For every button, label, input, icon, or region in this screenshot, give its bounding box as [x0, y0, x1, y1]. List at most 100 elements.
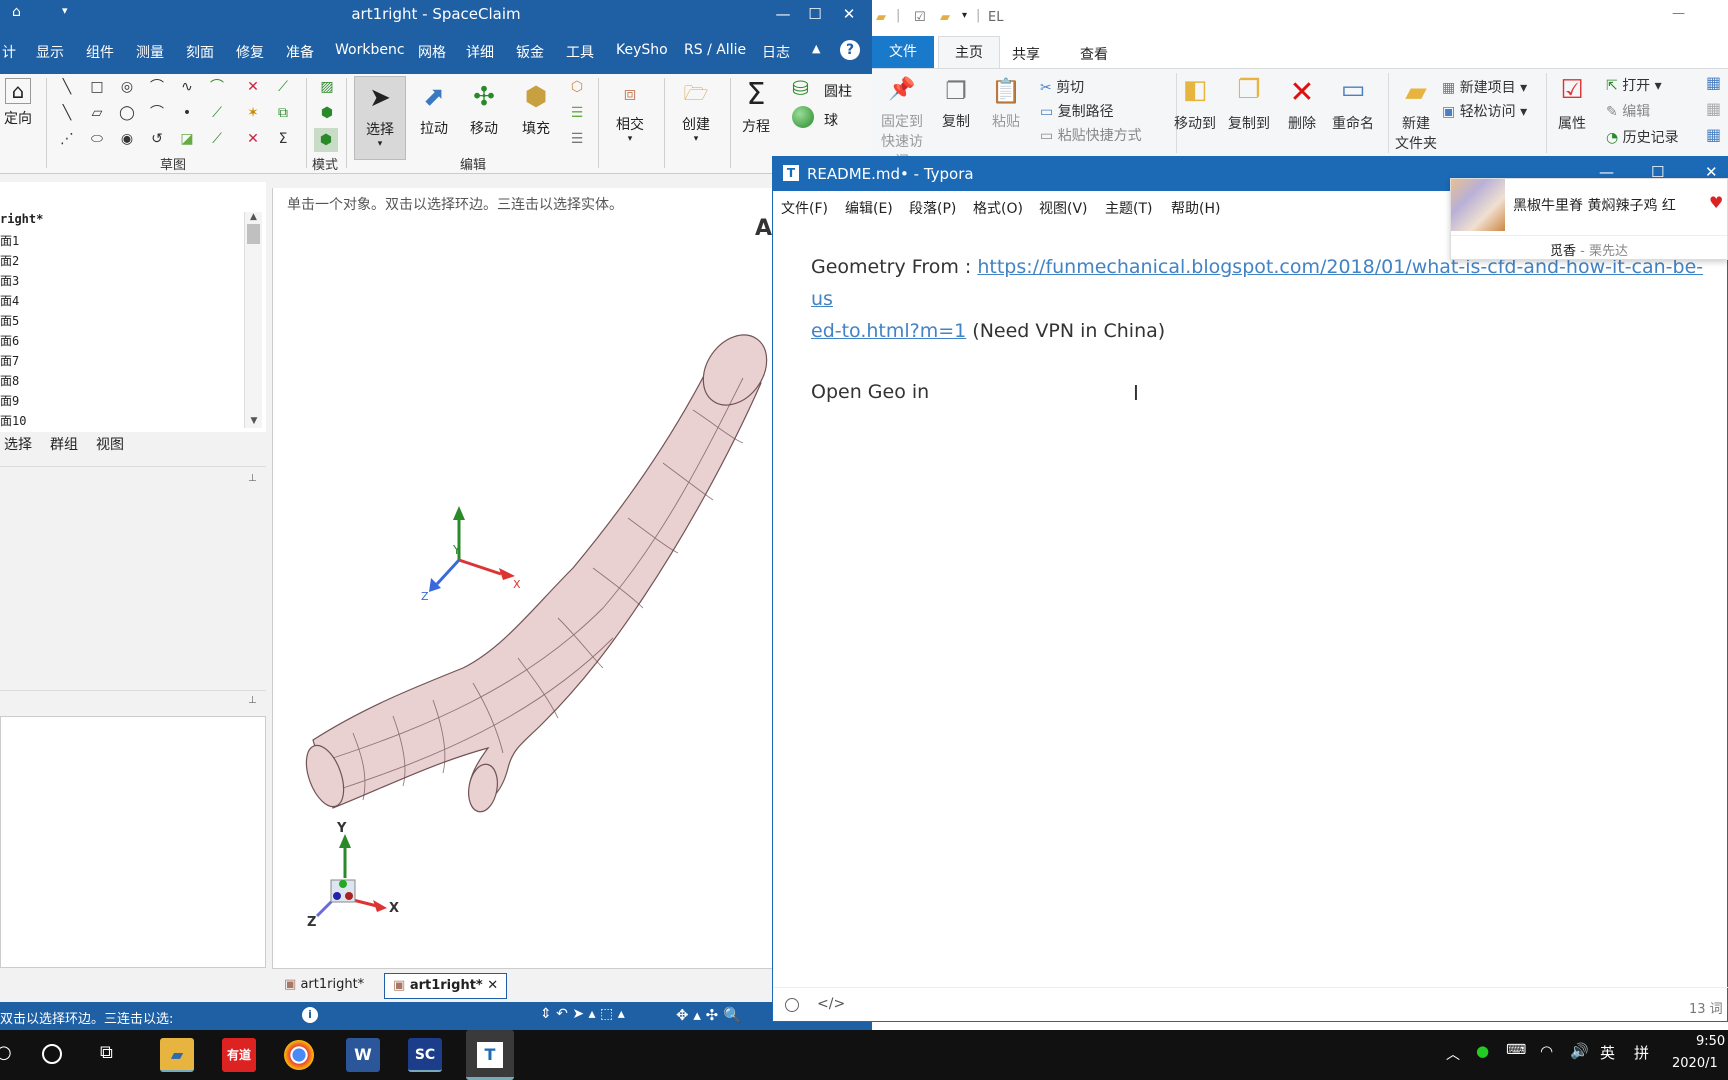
history-button[interactable]: ◔ 历史记录: [1606, 127, 1679, 147]
maximize-button[interactable]: ☐: [800, 2, 830, 26]
intersect-button[interactable]: ⧈ 相交 ▾: [606, 76, 654, 144]
slot-tool-icon[interactable]: ⬭: [88, 130, 106, 148]
copy-button[interactable]: ❐ 复制: [936, 77, 976, 131]
rename-button[interactable]: ▭ 重命名: [1328, 75, 1378, 133]
fill-button[interactable]: ⬢ 填充: [514, 80, 558, 138]
menu-edit[interactable]: 编辑(E): [845, 198, 893, 218]
menu-format[interactable]: 格式(O): [973, 198, 1023, 218]
copy-path-button[interactable]: ▭ 复制路径: [1040, 101, 1114, 121]
tree-item[interactable]: 面7: [0, 352, 19, 369]
split-tool-icon[interactable]: ✕: [244, 130, 262, 148]
offset-tool-icon[interactable]: ⌒: [208, 78, 226, 96]
menu-file[interactable]: 文件(F): [781, 198, 828, 218]
tab-detail[interactable]: 详细: [466, 42, 494, 62]
extend-tool-icon[interactable]: ✶: [244, 104, 262, 122]
polygon-tool-icon[interactable]: ▱: [88, 104, 106, 122]
equation-button[interactable]: Σ 方程: [736, 78, 776, 136]
arc-tool-icon[interactable]: ⌒: [148, 78, 166, 96]
cortana-icon[interactable]: [42, 1044, 62, 1064]
tab-home[interactable]: 主页: [938, 36, 1000, 69]
minimize-button[interactable]: —: [768, 2, 798, 26]
paste-button[interactable]: 📋 粘贴: [986, 77, 1026, 131]
pin-panel-icon[interactable]: ⊥: [248, 473, 257, 484]
quick-dropdown-icon[interactable]: ▾: [962, 10, 967, 21]
open-button[interactable]: ⇱ 打开 ▾: [1606, 75, 1662, 95]
task-view-icon[interactable]: ⧉: [100, 1042, 113, 1063]
notification-popup[interactable]: 黑椒牛里脊 黄焖辣子鸡 红 ♥ 觅香 - 栗先达: [1450, 178, 1728, 260]
layers-tool-icon[interactable]: ☰: [568, 104, 586, 122]
tab-tools[interactable]: 工具: [566, 42, 594, 62]
tab-log[interactable]: 日志: [762, 42, 790, 62]
tree-item[interactable]: 面1: [0, 232, 19, 249]
move-button[interactable]: ✣ 移动: [462, 80, 506, 138]
word-taskbar-icon[interactable]: W: [346, 1038, 380, 1072]
rectangle-tool-icon[interactable]: □: [88, 78, 106, 96]
menu-help[interactable]: 帮助(H): [1171, 198, 1220, 218]
tree-item[interactable]: 面8: [0, 372, 19, 389]
geometry-link-continued[interactable]: ed-to.html?m=1: [811, 320, 966, 342]
tree-root[interactable]: right*: [0, 212, 43, 226]
select-all-icon[interactable]: ▦: [1706, 73, 1721, 92]
project-tool-icon[interactable]: ⟋: [208, 104, 226, 122]
outline-toggle-icon[interactable]: [785, 998, 799, 1012]
tree-item[interactable]: 面2: [0, 252, 19, 269]
tab-sheetmetal[interactable]: 钣金: [516, 42, 544, 62]
spaceclaim-taskbar-icon[interactable]: SC: [408, 1038, 442, 1072]
doc-tab-active[interactable]: ▣ art1right* ✕: [384, 973, 508, 999]
youdao-taskbar-icon[interactable]: 有道: [222, 1038, 256, 1072]
tree-item[interactable]: 面10: [0, 412, 26, 429]
select-none-icon[interactable]: ▦: [1706, 99, 1721, 118]
search-icon[interactable]: ○: [0, 1042, 12, 1063]
circle-tool-icon[interactable]: ◎: [118, 78, 136, 96]
tab-views[interactable]: 视图: [96, 434, 124, 454]
collapse-ribbon-icon[interactable]: ▲: [812, 42, 820, 55]
tab-groups[interactable]: 群组: [50, 434, 78, 454]
arc2-tool-icon[interactable]: ⌒: [148, 104, 166, 122]
volume-icon[interactable]: 🔊: [1570, 1042, 1589, 1060]
input-tool-icon[interactable]: ⌨: [1506, 1042, 1526, 1058]
paragraph-open-geo[interactable]: Open Geo in: [811, 381, 929, 403]
explorer-minimize[interactable]: —: [1672, 6, 1685, 21]
tree-item[interactable]: 面9: [0, 392, 19, 409]
ime-mode[interactable]: 拼: [1634, 1042, 1649, 1063]
pull-button[interactable]: ⬈ 拉动: [412, 80, 456, 138]
close-tab-icon[interactable]: ✕: [487, 978, 498, 993]
line-tool-icon[interactable]: ╲: [58, 78, 76, 96]
clock-date[interactable]: 2020/1: [1672, 1056, 1718, 1071]
new-item-button[interactable]: ▦ 新建项目 ▾: [1442, 77, 1527, 97]
source-code-toggle-icon[interactable]: </>: [817, 996, 845, 1012]
copy-tool-icon[interactable]: ⧉: [274, 104, 292, 122]
menu-theme[interactable]: 主题(T): [1105, 198, 1152, 218]
wechat-icon[interactable]: ●: [1476, 1042, 1489, 1060]
help-icon[interactable]: ?: [840, 40, 860, 60]
tab-view[interactable]: 查看: [1080, 44, 1108, 64]
tab-display[interactable]: 显示: [36, 42, 64, 62]
heart-icon[interactable]: ♥: [1709, 193, 1723, 212]
tab-keyshot[interactable]: KeySho: [616, 42, 668, 58]
chrome-taskbar-icon[interactable]: [284, 1040, 314, 1070]
bend-tool-icon[interactable]: ⟋: [274, 78, 292, 96]
spline-tool-icon[interactable]: ∿: [178, 78, 196, 96]
tab-share[interactable]: 共享: [1012, 44, 1040, 64]
properties-quick-icon[interactable]: ☑: [914, 10, 926, 25]
menu-paragraph[interactable]: 段落(P): [909, 198, 956, 218]
view-nav-icons[interactable]: ✥ ▴ ✣ 🔍: [676, 1006, 742, 1024]
tab-selection[interactable]: 选择: [4, 434, 32, 454]
word-count[interactable]: 13 词: [1689, 998, 1723, 1017]
sphere-label[interactable]: 球: [824, 110, 838, 130]
tab-assembly[interactable]: 组件: [86, 42, 114, 62]
menu-view[interactable]: 视图(V): [1039, 198, 1088, 218]
move-grid-icon[interactable]: ⟋: [208, 130, 226, 148]
select-mode-icons[interactable]: ⇕ ↶ ➤ ▴ ⬚ ▴: [540, 1006, 625, 1022]
sweep-arc-icon[interactable]: ↺: [148, 130, 166, 148]
view-cube-triad[interactable]: [315, 834, 387, 918]
tangent-line-icon[interactable]: ╲: [58, 104, 76, 122]
paste-shortcut-button[interactable]: ▭ 粘贴快捷方式: [1040, 125, 1142, 145]
tree-item[interactable]: 面4: [0, 292, 19, 309]
info-icon[interactable]: i: [302, 1007, 318, 1023]
move-to-button[interactable]: ◧ 移动到: [1168, 75, 1222, 133]
sketch-mode-icon[interactable]: ▨: [318, 78, 336, 96]
tab-facets[interactable]: 刻面: [186, 42, 214, 62]
invert-selection-icon[interactable]: ▦: [1706, 125, 1721, 144]
cylinder-label[interactable]: 圆柱: [824, 81, 852, 101]
